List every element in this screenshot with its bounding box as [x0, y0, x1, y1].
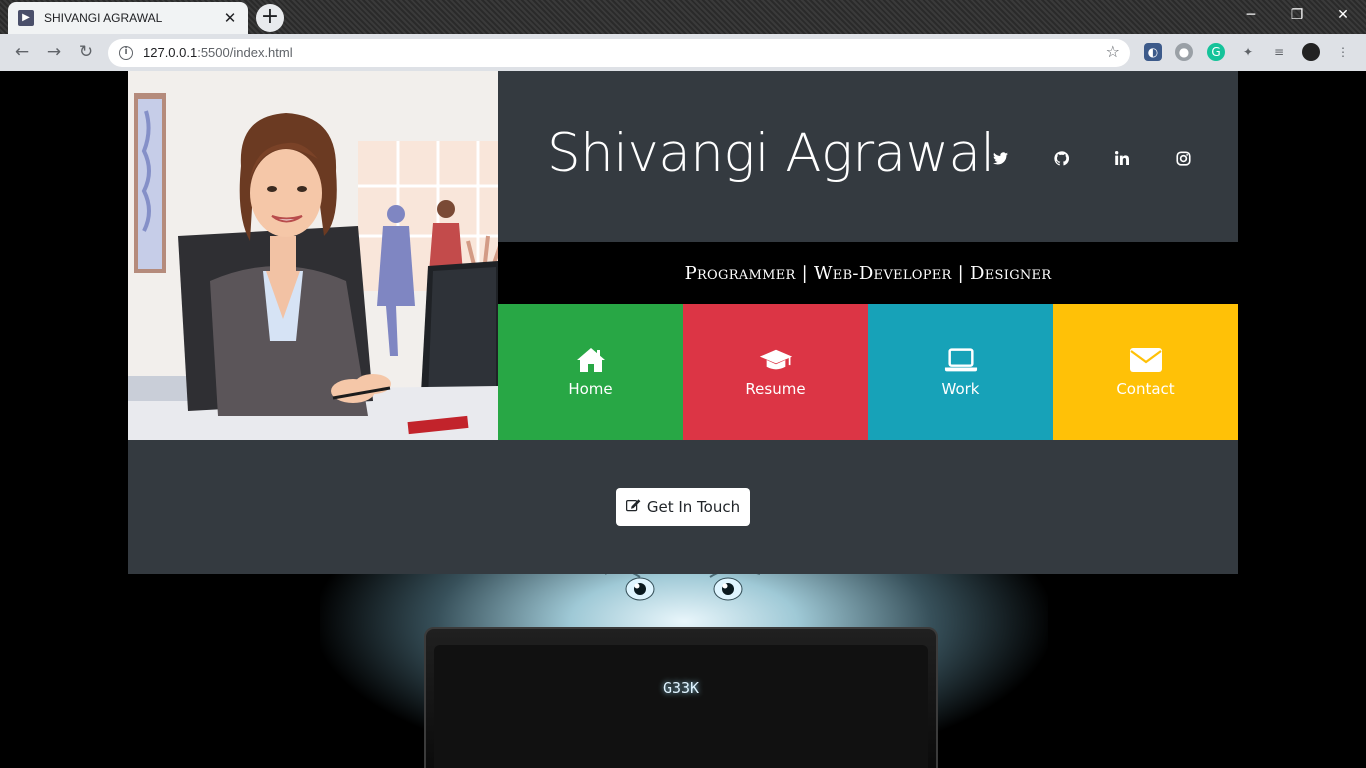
profile-card: Shivangi Agrawal Programmer | Web-Develo… — [128, 71, 1238, 574]
favicon-icon: ▶ — [18, 10, 34, 26]
nav-tile-home[interactable]: Home — [498, 304, 683, 440]
nav-tile-label: Resume — [745, 380, 806, 398]
back-icon[interactable]: ← — [10, 40, 34, 64]
menu-kebab-icon[interactable]: ⋮ — [1334, 43, 1352, 61]
tab-strip: ▶ SHIVANGI AGRAWAL ✕ + ─ ❐ ✕ — [0, 0, 1366, 34]
envelope-icon — [1129, 346, 1163, 374]
twitter-icon[interactable] — [989, 147, 1011, 169]
profile-avatar[interactable] — [1302, 43, 1320, 61]
laptop-logo: G33K — [662, 679, 700, 697]
extension-icon[interactable]: ● — [1175, 43, 1193, 61]
browser-tab[interactable]: ▶ SHIVANGI AGRAWAL ✕ — [8, 2, 248, 34]
home-icon — [574, 346, 608, 374]
address-bar[interactable]: i 127.0.0.1:5500/index.html ☆ — [108, 39, 1130, 67]
restore-button[interactable]: ❐ — [1282, 4, 1312, 26]
reload-icon[interactable]: ↻ — [74, 40, 98, 64]
minimize-button[interactable]: ─ — [1236, 4, 1266, 26]
nav-tile-work[interactable]: Work — [868, 304, 1053, 440]
header-block: Shivangi Agrawal — [498, 71, 1238, 242]
site-info-icon[interactable]: i — [119, 46, 133, 60]
tab-title: SHIVANGI AGRAWAL — [44, 11, 163, 25]
url-text: 127.0.0.1:5500/index.html — [143, 45, 293, 60]
media-controls-icon[interactable]: ≡ — [1270, 43, 1288, 61]
new-tab-button[interactable]: + — [256, 4, 284, 32]
grammarly-icon[interactable]: G — [1207, 43, 1225, 61]
forward-icon[interactable]: → — [42, 40, 66, 64]
nav-tile-resume[interactable]: Resume — [683, 304, 868, 440]
get-in-touch-label: Get In Touch — [646, 498, 741, 516]
github-icon[interactable] — [1050, 147, 1072, 169]
site-owner-name: Shivangi Agrawal — [547, 123, 995, 184]
get-in-touch-button[interactable]: Get In Touch — [616, 488, 750, 526]
tagline: Programmer | Web-Developer | Designer — [684, 262, 1052, 284]
anime-eyes-illustration — [604, 569, 761, 601]
close-window-button[interactable]: ✕ — [1328, 4, 1358, 26]
tab-close-icon[interactable]: ✕ — [222, 9, 238, 27]
nav-tile-label: Home — [568, 380, 613, 398]
profile-illustration — [128, 71, 498, 440]
laptop-illustration: G33K — [424, 627, 938, 768]
page-viewport: G33K Shivangi Agrawal Programmer | Web-D… — [0, 71, 1366, 768]
laptop-icon — [944, 346, 978, 374]
extension-icon[interactable]: ◐ — [1144, 43, 1162, 61]
graduation-cap-icon — [759, 346, 793, 374]
nav-tile-label: Contact — [1116, 380, 1175, 398]
edit-icon — [625, 498, 641, 516]
tagline-bar: Programmer | Web-Developer | Designer — [498, 242, 1238, 304]
nav-tile-label: Work — [941, 380, 980, 398]
linkedin-icon[interactable] — [1111, 147, 1133, 169]
nav-tile-contact[interactable]: Contact — [1053, 304, 1238, 440]
bookmark-star-icon[interactable]: ☆ — [1106, 42, 1120, 61]
puzzle-extensions-icon[interactable]: ✦ — [1239, 43, 1257, 61]
instagram-icon[interactable] — [1172, 147, 1194, 169]
nav-tiles: Home Resume Work Contact — [498, 304, 1238, 440]
